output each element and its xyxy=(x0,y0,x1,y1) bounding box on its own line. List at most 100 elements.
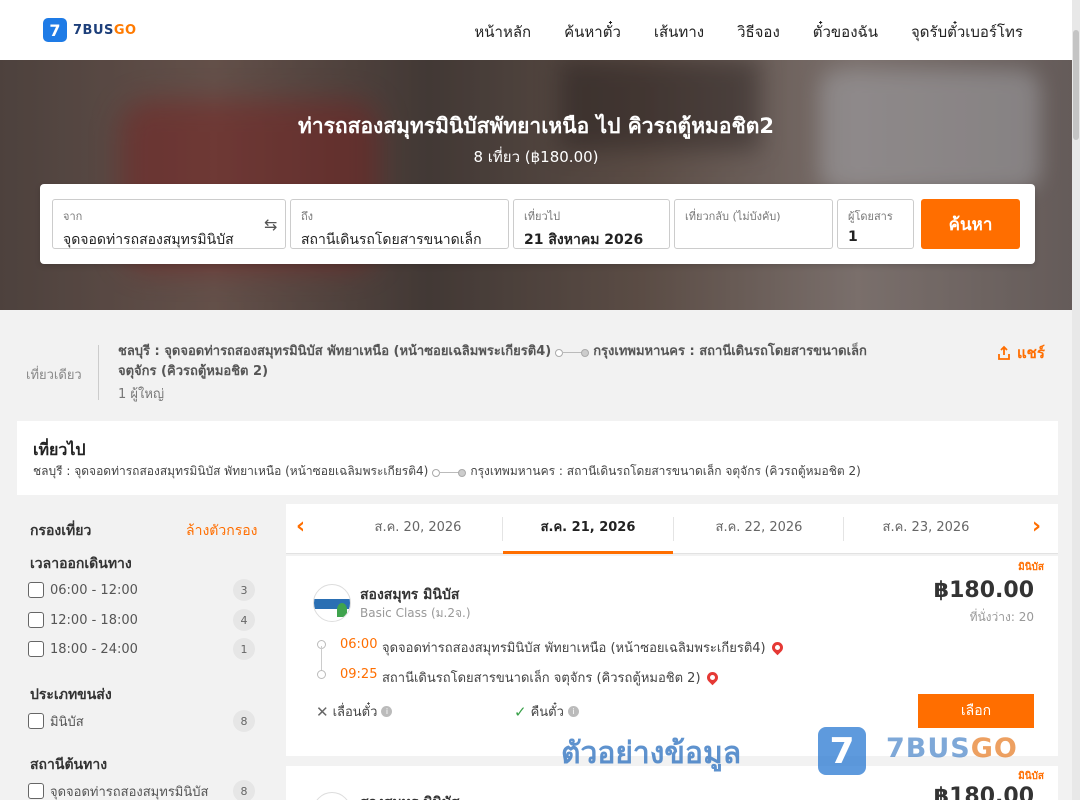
top-header: 7 7BUSGO หน้าหลัก ค้นหาตั๋ว เส้นทาง วิธี… xyxy=(0,0,1080,60)
arrive-time: 09:25 xyxy=(340,667,378,682)
filter-title: กรองเที่ยว xyxy=(30,523,92,539)
outbound-origin: ชลบุรี : จุดจอดท่ารถสองสมุทรมินิบัส พัทย… xyxy=(33,464,429,478)
filter-option-station[interactable]: จุดจอดท่ารถสองสมุทรมินิบัส 8 xyxy=(28,780,255,800)
info-icon[interactable]: i xyxy=(567,706,579,717)
depart-label: เที่ยวไป xyxy=(524,210,561,223)
return-date-field[interactable]: เที่ยวกลับ (ไม่บังคับ) xyxy=(674,199,833,249)
filter-section-origin-station: สถานีต้นทาง xyxy=(30,757,108,773)
brand-logo[interactable]: 7 7BUSGO xyxy=(43,18,137,42)
check-icon: ✓ xyxy=(514,702,527,721)
date-tabs: ‹ ส.ค. 20, 2026 ส.ค. 21, 2026 ส.ค. 22, 2… xyxy=(286,504,1058,554)
depart-stop: จุดจอดท่ารถสองสมุทรมินิบัส พัทยาเหนือ (ห… xyxy=(382,637,785,658)
route-arrow-icon xyxy=(555,347,590,357)
nav-how-to-book[interactable]: วิธีจอง xyxy=(737,20,780,44)
passenger-value: 1 xyxy=(848,229,858,245)
from-label: จาก xyxy=(63,210,83,223)
route-arrow-icon xyxy=(432,467,467,477)
operator-name: สองสมุทร มินิบัส xyxy=(360,792,459,800)
checkbox[interactable] xyxy=(28,783,44,799)
filter-section-transport-type: ประเภทขนส่ง xyxy=(30,687,112,703)
filter-panel: กรองเที่ยว ล้างตัวกรอง เวลาออกเดินทาง 06… xyxy=(17,505,267,800)
to-field[interactable]: ถึง สถานีเดินรถโดยสารขนาดเล็ก xyxy=(290,199,509,249)
map-pin-icon[interactable] xyxy=(704,669,720,686)
bus-class: Basic Class (ม.2จ.) xyxy=(360,606,471,620)
count-badge: 8 xyxy=(233,780,255,800)
logo-text: 7BUSGO xyxy=(73,22,137,38)
filter-option-evening[interactable]: 18:00 - 24:00 1 xyxy=(28,638,255,660)
nav-my-tickets[interactable]: ตั๋วของฉัน xyxy=(813,20,878,44)
search-button[interactable]: ค้นหา xyxy=(921,199,1020,249)
count-badge: 1 xyxy=(233,638,255,660)
count-badge: 8 xyxy=(233,710,255,732)
sample-watermark: ตัวอย่างข้อมูล xyxy=(561,736,742,771)
from-value: จุดจอดท่ารถสองสมุทรมินิบัส xyxy=(63,232,234,248)
count-badge: 3 xyxy=(233,579,255,601)
scrollbar-thumb[interactable] xyxy=(1073,30,1079,140)
operator-logo xyxy=(313,792,351,800)
date-tab-active[interactable]: ส.ค. 21, 2026 xyxy=(503,504,673,554)
share-icon xyxy=(998,345,1010,360)
passenger-label: ผู้โดยสาร xyxy=(848,210,893,223)
passenger-field[interactable]: ผู้โดยสาร 1 xyxy=(837,199,914,249)
timeline-dot xyxy=(317,670,326,679)
trip-card: มินิบัส สองสมุทร มินิบัส Basic Class (ม.… xyxy=(286,556,1058,756)
filter-option-morning[interactable]: 06:00 - 12:00 3 xyxy=(28,579,255,601)
date-tab[interactable]: ส.ค. 23, 2026 xyxy=(841,504,1011,554)
share-button[interactable]: แชร์ xyxy=(996,341,1045,365)
outbound-route: ชลบุรี : จุดจอดท่ารถสองสมุทรมินิบัส พัทย… xyxy=(33,462,861,481)
select-trip-button[interactable]: เลือก xyxy=(918,694,1034,728)
arrive-stop: สถานีเดินรถโดยสารขนาดเล็ก จตุจักร (คิวรถ… xyxy=(382,667,720,688)
date-tab[interactable]: ส.ค. 22, 2026 xyxy=(674,504,844,554)
nav-routes[interactable]: เส้นทาง xyxy=(654,20,704,44)
summary-divider xyxy=(98,345,99,400)
available-seats: ที่นั่งว่าง: 20 xyxy=(969,610,1034,624)
logo-icon: 7 xyxy=(43,18,67,42)
depart-time: 06:00 xyxy=(340,637,378,652)
swap-icon[interactable]: ⇆ xyxy=(264,215,277,234)
main-nav: หน้าหลัก ค้นหาตั๋ว เส้นทาง วิธีจอง ตั๋วข… xyxy=(474,20,1023,44)
nav-search-tickets[interactable]: ค้นหาตั๋ว xyxy=(564,20,621,44)
outbound-title: เที่ยวไป xyxy=(33,440,86,459)
summary-passengers: 1 ผู้ใหญ่ xyxy=(118,387,165,402)
page-scrollbar[interactable] xyxy=(1072,0,1080,800)
vehicle-type-badge: มินิบัส xyxy=(1018,771,1044,782)
refund-policy[interactable]: ✓ คืนตั๋ว i xyxy=(514,701,579,722)
return-label: เที่ยวกลับ (ไม่บังคับ) xyxy=(685,210,781,223)
filter-section-departure-time: เวลาออกเดินทาง xyxy=(30,556,132,572)
checkbox[interactable] xyxy=(28,713,44,729)
depart-value: 21 สิงหาคม 2026 xyxy=(524,232,644,248)
route-title: ท่ารถสองสมุทรมินิบัสพัทยาเหนือ ไป คิวรถต… xyxy=(298,114,774,138)
map-pin-icon[interactable] xyxy=(769,639,785,656)
filter-option-afternoon[interactable]: 12:00 - 18:00 4 xyxy=(28,609,255,631)
count-badge: 4 xyxy=(233,609,255,631)
watermark-logo-icon: 7 xyxy=(818,727,866,775)
route-subtitle: 8 เที่ยว (฿180.00) xyxy=(473,148,599,166)
date-tab[interactable]: ส.ค. 20, 2026 xyxy=(333,504,503,554)
share-label: แชร์ xyxy=(1017,344,1045,362)
summary-route: ชลบุรี : จุดจอดท่ารถสองสมุทรมินิบัส พัทย… xyxy=(118,342,878,382)
checkbox[interactable] xyxy=(28,641,44,657)
chevron-left-icon[interactable]: ‹ xyxy=(296,514,305,539)
watermark-brand: 7BUSGO xyxy=(886,733,1018,764)
close-icon: ✕ xyxy=(316,702,329,721)
trip-price: ฿180.00 xyxy=(933,784,1034,800)
nav-pickup-points[interactable]: จุดรับตั๋วเบอร์โทร xyxy=(911,20,1023,44)
from-field[interactable]: จาก จุดจอดท่ารถสองสมุทรมินิบัส xyxy=(52,199,286,249)
outbound-section: เที่ยวไป ชลบุรี : จุดจอดท่ารถสองสมุทรมิน… xyxy=(17,421,1058,495)
operator-logo xyxy=(313,584,351,622)
summary-origin: ชลบุรี : จุดจอดท่ารถสองสมุทรมินิบัส พัทย… xyxy=(118,344,552,359)
info-icon[interactable]: i xyxy=(381,706,393,717)
nav-home[interactable]: หน้าหลัก xyxy=(474,20,531,44)
depart-date-field[interactable]: เที่ยวไป 21 สิงหาคม 2026 xyxy=(513,199,670,249)
checkbox[interactable] xyxy=(28,612,44,628)
to-label: ถึง xyxy=(301,210,314,223)
vehicle-type-badge: มินิบัส xyxy=(1018,562,1044,573)
checkbox[interactable] xyxy=(28,582,44,598)
reschedule-policy[interactable]: ✕ เลื่อนตั๋ว i xyxy=(316,701,393,722)
chevron-right-icon[interactable]: › xyxy=(1032,514,1041,539)
outbound-destination: กรุงเทพมหานคร : สถานีเดินรถโดยสารขนาดเล็… xyxy=(470,464,861,478)
search-form: จาก จุดจอดท่ารถสองสมุทรมินิบัส ⇆ ถึง สถา… xyxy=(40,184,1035,264)
filter-option-minibus[interactable]: มินิบัส 8 xyxy=(28,710,255,732)
trip-price: ฿180.00 xyxy=(933,578,1034,603)
clear-filter-link[interactable]: ล้างตัวกรอง xyxy=(186,520,257,542)
